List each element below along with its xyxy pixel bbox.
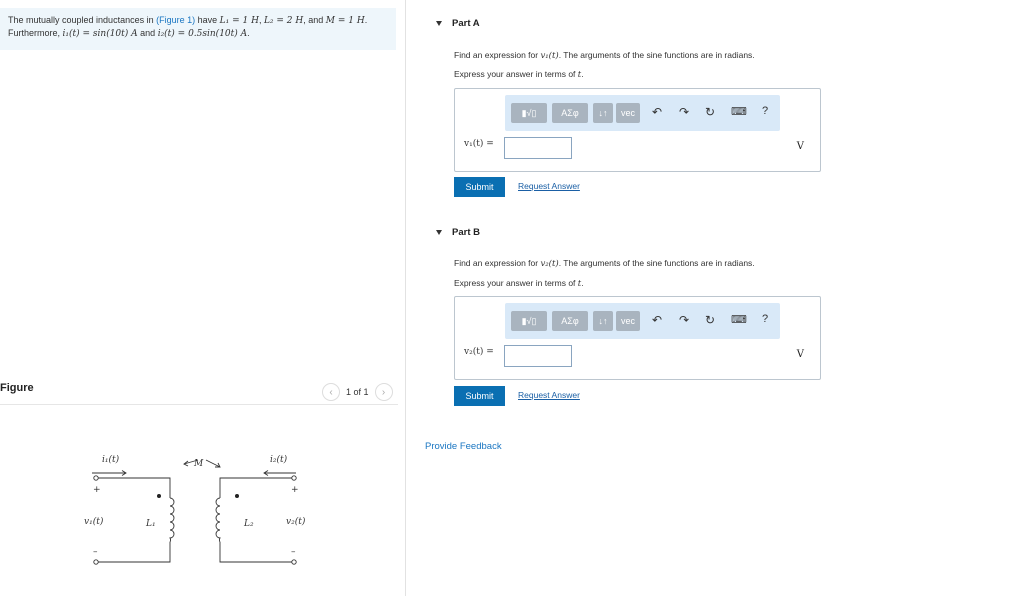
prev-figure-button[interactable]: ‹ (322, 383, 340, 401)
l1-label: L₁ (145, 519, 156, 529)
problem-text: . (364, 15, 368, 25)
answer-input[interactable] (504, 345, 572, 367)
figure-pager: ‹ 1 of 1 › (322, 383, 393, 401)
v2-plus: + (291, 485, 299, 495)
answer-label: v₂(t) = (464, 347, 494, 357)
i2-label: i₂(t) (270, 454, 288, 465)
i1-expression: i₁(t) = sin(10t) A (62, 29, 138, 39)
part-b-instruction: Express your answer in terms of t. (454, 278, 584, 289)
part-b-header[interactable]: Part B (436, 227, 480, 238)
math-toolbar: ▮√▯ ΑΣφ ↓↑ vec ↶ ↷ ↻ ⌨ ? (505, 303, 780, 339)
unit-label: V (796, 349, 804, 360)
templates-button[interactable]: ▮√▯ (511, 311, 547, 331)
left-pane: The mutually coupled inductances in (Fig… (0, 0, 406, 596)
m-value: M = 1 H (325, 16, 365, 26)
help-icon[interactable]: ? (762, 313, 768, 325)
m-label: M (193, 459, 204, 469)
part-a-request-answer-link[interactable]: Request Answer (518, 181, 580, 191)
prompt-text: . The arguments of the sine functions ar… (558, 258, 755, 268)
provide-feedback-link[interactable]: Provide Feedback (425, 441, 502, 452)
greek-button[interactable]: ΑΣφ (552, 311, 588, 331)
vec-button[interactable]: vec (616, 103, 640, 123)
v1-minus: – (93, 547, 98, 557)
i1-label: i₁(t) (102, 454, 120, 465)
arrows-icon: ↓↑ (598, 108, 608, 118)
undo-icon[interactable]: ↶ (652, 105, 662, 119)
vec-label: vec (620, 108, 635, 118)
part-a-header[interactable]: Part A (436, 18, 480, 29)
collapse-triangle-icon (436, 21, 442, 26)
part-b-title: Part B (452, 227, 480, 238)
redo-icon[interactable]: ↷ (679, 105, 689, 119)
prompt-variable: v₂(t) (540, 259, 559, 269)
reset-icon[interactable]: ↻ (705, 105, 715, 119)
part-a-submit-button[interactable]: Submit (454, 177, 505, 197)
redo-icon[interactable]: ↷ (679, 313, 689, 327)
figure-divider (0, 404, 398, 405)
v2-label: v₂(t) (286, 516, 306, 527)
vec-button[interactable]: vec (616, 311, 640, 331)
chevron-left-icon: ‹ (329, 386, 333, 398)
arrows-icon: ↓↑ (598, 316, 608, 326)
keyboard-icon[interactable]: ⌨ (731, 313, 747, 326)
prompt-text: Find an expression for (454, 50, 541, 60)
instruction-text: Express your answer in terms of (454, 278, 578, 288)
math-toolbar: ▮√▯ ΑΣφ ↓↑ vec ↶ ↷ ↻ ⌨ ? (505, 95, 780, 131)
l2-label: L₂ (243, 519, 254, 529)
greek-button[interactable]: ΑΣφ (552, 103, 588, 123)
templates-button[interactable]: ▮√▯ (511, 103, 547, 123)
prompt-variable: v₁(t) (540, 51, 559, 61)
arrows-button[interactable]: ↓↑ (593, 103, 613, 123)
help-icon[interactable]: ? (762, 105, 768, 117)
reset-icon[interactable]: ↻ (705, 313, 715, 327)
part-a-instruction: Express your answer in terms of t. (454, 69, 584, 80)
problem-text: and (137, 28, 158, 38)
part-a-title: Part A (452, 18, 480, 29)
figure-link[interactable]: (Figure 1) (156, 15, 195, 25)
part-a-answer-box: ▮√▯ ΑΣφ ↓↑ vec ↶ ↷ ↻ ⌨ ? v₁(t) = V (454, 88, 821, 172)
i2-expression: i₂(t) = 0.5sin(10t) A (157, 29, 248, 39)
chevron-right-icon: › (381, 386, 386, 398)
templates-icon: ▮√▯ (521, 107, 537, 118)
keyboard-icon[interactable]: ⌨ (731, 105, 747, 118)
unit-label: V (796, 141, 804, 152)
instruction-text: . (581, 69, 584, 79)
problem-text: . (247, 28, 250, 38)
problem-statement: The mutually coupled inductances in (Fig… (0, 8, 396, 50)
prompt-text: Find an expression for (454, 258, 541, 268)
part-b-submit-button[interactable]: Submit (454, 386, 505, 406)
greek-icon: ΑΣφ (561, 316, 579, 326)
polarity-dot-right (235, 494, 239, 498)
part-b-prompt: Find an expression for v₂(t). The argume… (454, 258, 755, 269)
instruction-text: Express your answer in terms of (454, 69, 578, 79)
arrows-button[interactable]: ↓↑ (593, 311, 613, 331)
vec-label: vec (620, 316, 635, 326)
collapse-triangle-icon (436, 230, 442, 235)
part-a-prompt: Find an expression for v₁(t). The argume… (454, 50, 755, 61)
instruction-text: . (581, 278, 584, 288)
part-b-answer-box: ▮√▯ ΑΣφ ↓↑ vec ↶ ↷ ↻ ⌨ ? v₂(t) = V (454, 296, 821, 380)
l2-value: L₂ = 2 H (263, 16, 304, 26)
problem-text: The mutually coupled inductances in (8, 15, 157, 25)
polarity-dot-left (157, 494, 161, 498)
answer-label: v₁(t) = (464, 139, 494, 149)
problem-text: Furthermore, (8, 28, 63, 38)
figure-heading: Figure (0, 382, 34, 394)
coupled-inductor-circuit: i₁(t) i₂(t) M v₁(t) v₂(t) L₁ L₂ + – + – (84, 454, 306, 565)
undo-icon[interactable]: ↶ (652, 313, 662, 327)
pager-text: 1 of 1 (346, 387, 369, 397)
templates-icon: ▮√▯ (521, 315, 537, 326)
prompt-text: . The arguments of the sine functions ar… (558, 50, 755, 60)
v1-plus: + (93, 485, 101, 495)
next-figure-button[interactable]: › (374, 383, 393, 401)
greek-icon: ΑΣφ (561, 108, 579, 118)
l1-value: L₁ = 1 H (219, 16, 259, 26)
problem-text: have (195, 15, 220, 25)
v1-label: v₁(t) (84, 516, 104, 527)
problem-text: , and (303, 15, 326, 25)
answer-input[interactable] (504, 137, 572, 159)
v2-minus: – (291, 547, 296, 557)
part-b-request-answer-link[interactable]: Request Answer (518, 390, 580, 400)
